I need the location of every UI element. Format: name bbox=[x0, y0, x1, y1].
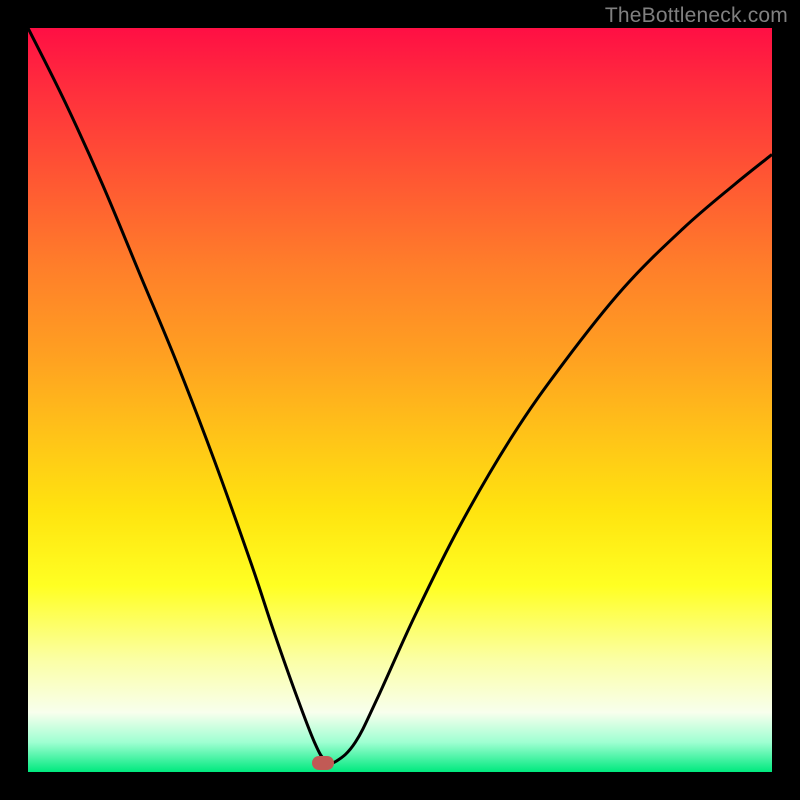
curve-layer bbox=[28, 28, 772, 772]
plot-area bbox=[28, 28, 772, 772]
watermark-text: TheBottleneck.com bbox=[605, 4, 788, 28]
chart-frame: TheBottleneck.com bbox=[0, 0, 800, 800]
optimum-marker bbox=[312, 756, 334, 770]
bottleneck-curve bbox=[28, 28, 772, 763]
